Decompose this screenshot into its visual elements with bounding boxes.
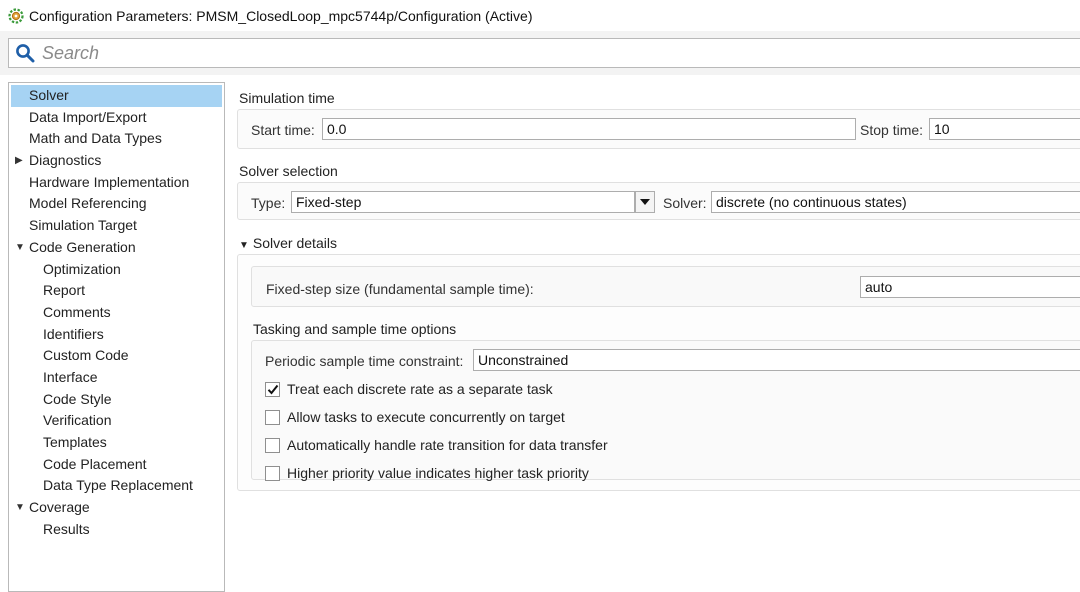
stop-time-input[interactable]: 10 [929, 118, 1080, 140]
sidebar-item-label: Coverage [29, 499, 90, 516]
sidebar-item-comments[interactable]: Comments [9, 302, 224, 324]
sidebar-item-label: Comments [43, 303, 111, 320]
sidebar-item-label: Code Generation [29, 238, 136, 255]
checkbox[interactable] [265, 381, 280, 397]
checkbox[interactable] [265, 465, 280, 481]
simulink-gear-icon [8, 7, 24, 24]
type-label: Type: [251, 195, 286, 211]
sidebar-item-label: Report [43, 282, 86, 299]
sidebar-item-label: Interface [43, 368, 98, 385]
category-tree: Solver Data Import/Export Math and Data Ty… [8, 82, 225, 592]
sidebar-item-verification[interactable]: Verification [9, 410, 224, 432]
sidebar-item-label: Verification [43, 412, 112, 429]
sidebar-item-label: Templates [43, 434, 107, 450]
sidebar-item-model-referencing[interactable]: Model Referencing [9, 193, 224, 215]
sidebar-item-templates[interactable]: Templates [9, 432, 224, 454]
simulation-time-group: Start time: 0.0 Stop time: 10 [237, 109, 1080, 149]
solver-dropdown[interactable]: discrete (no continuous states) [711, 191, 1080, 213]
fixed-step-size-label: Fixed-step size (fundamental sample time… [266, 281, 534, 297]
sidebar-item-custom-code[interactable]: Custom Code [9, 345, 224, 367]
sidebar-item-data-import-export[interactable]: Data Import/Export [9, 107, 224, 129]
sidebar-item-label: Identifiers [43, 325, 104, 342]
sidebar-item-label: Hardware Implementation [29, 173, 190, 190]
stop-time-label: Stop time: [860, 122, 924, 138]
periodic-sample-time-label: Periodic sample time constraint: [265, 353, 464, 369]
tasking-option-row[interactable]: Automatically handle rate transition for… [265, 435, 608, 455]
search-bar [0, 31, 1080, 75]
tasking-options-group: Periodic sample time constraint: Unconst… [251, 340, 1080, 483]
sidebar-item-coverage[interactable]: ▼ Coverage [9, 497, 224, 519]
solver-settings-panel: Simulation time Start time: 0.0 Stop tim… [226, 75, 1080, 585]
sidebar-item-code-generation[interactable]: ▼ Code Generation [9, 237, 224, 259]
triangle-down-icon[interactable]: ▼ [15, 497, 25, 519]
sidebar-item-optimization[interactable]: Optimization [9, 259, 224, 281]
sidebar-item-label: Optimization [43, 260, 121, 277]
section-simulation-time-heading: Simulation time [239, 90, 335, 106]
sidebar-item-label: Simulation Target [29, 217, 137, 234]
type-dropdown-button[interactable] [635, 191, 655, 213]
sidebar-item-label: Data Import/Export [29, 108, 147, 125]
sidebar-item-label: Model Referencing [29, 195, 147, 212]
step-size-group: Fixed-step size (fundamental sample time… [251, 266, 1080, 307]
periodic-sample-time-dropdown[interactable]: Unconstrained [473, 349, 1080, 371]
solver-details-toggle[interactable]: ▼ Solver details [239, 235, 337, 251]
checkmark-icon [267, 384, 278, 395]
sidebar-item-simulation-target[interactable]: Simulation Target [9, 215, 224, 237]
title-bar: Configuration Parameters: PMSM_ClosedLoo… [0, 0, 1080, 31]
sidebar-item-hardware-implementation[interactable]: Hardware Implementation [9, 172, 224, 194]
checkbox-label: Allow tasks to execute concurrently on t… [287, 409, 565, 425]
sidebar-item-data-type-replacement[interactable]: Data Type Replacement [9, 475, 224, 497]
sidebar-item-label: Code Placement [43, 455, 147, 472]
sidebar-item-label: Math and Data Types [29, 130, 162, 147]
start-time-label: Start time: [251, 122, 315, 138]
sidebar-item-label: Solver [29, 87, 69, 103]
sidebar-item-label: Code Style [43, 390, 112, 407]
solver-details-group: Fixed-step size (fundamental sample time… [237, 254, 1080, 491]
window-title: Configuration Parameters: PMSM_ClosedLoo… [29, 7, 533, 24]
sidebar-item-interface[interactable]: Interface [9, 367, 224, 389]
search-box[interactable] [8, 38, 1080, 68]
sidebar-item-code-style[interactable]: Code Style [9, 389, 224, 411]
solver-selection-group: Type: Fixed-step Solver: discrete (no co… [237, 182, 1080, 220]
sidebar-item-label: Diagnostics [29, 152, 102, 169]
sidebar-item-solver[interactable]: Solver [11, 85, 222, 107]
checkbox[interactable] [265, 437, 280, 453]
triangle-right-icon[interactable]: ▶ [15, 150, 23, 172]
fixed-step-size-input[interactable]: auto [860, 276, 1080, 298]
tasking-option-row[interactable]: Higher priority value indicates higher t… [265, 463, 589, 483]
sidebar-item-label: Results [43, 520, 90, 537]
tasking-options-heading: Tasking and sample time options [253, 321, 457, 337]
solver-label: Solver: [663, 195, 707, 211]
checkbox[interactable] [265, 409, 280, 425]
checkbox-label: Automatically handle rate transition for… [287, 437, 608, 453]
search-input[interactable] [40, 41, 944, 65]
checkbox-label: Treat each discrete rate as a separate t… [287, 381, 553, 397]
section-solver-selection-heading: Solver selection [239, 163, 338, 179]
sidebar-item-math-and-data-types[interactable]: Math and Data Types [9, 128, 224, 150]
start-time-input[interactable]: 0.0 [322, 118, 856, 140]
sidebar-item-report[interactable]: Report [9, 280, 224, 302]
search-icon [16, 44, 35, 63]
checkbox-label: Higher priority value indicates higher t… [287, 465, 589, 481]
solver-details-heading: Solver details [252, 235, 337, 251]
triangle-down-icon: ▼ [239, 240, 249, 251]
sidebar-item-label: Custom Code [43, 347, 129, 364]
sidebar-item-label: Data Type Replacement [43, 477, 193, 494]
type-dropdown[interactable]: Fixed-step [291, 191, 635, 213]
sidebar-item-results[interactable]: Results [9, 519, 224, 541]
sidebar-item-diagnostics[interactable]: ▶ Diagnostics [9, 150, 224, 172]
tasking-option-row[interactable]: Allow tasks to execute concurrently on t… [265, 407, 565, 427]
sidebar-item-identifiers[interactable]: Identifiers [9, 324, 224, 346]
tasking-option-row[interactable]: Treat each discrete rate as a separate t… [265, 379, 553, 399]
sidebar-item-code-placement[interactable]: Code Placement [9, 454, 224, 476]
triangle-down-icon[interactable]: ▼ [15, 237, 25, 259]
chevron-down-icon [640, 199, 650, 205]
